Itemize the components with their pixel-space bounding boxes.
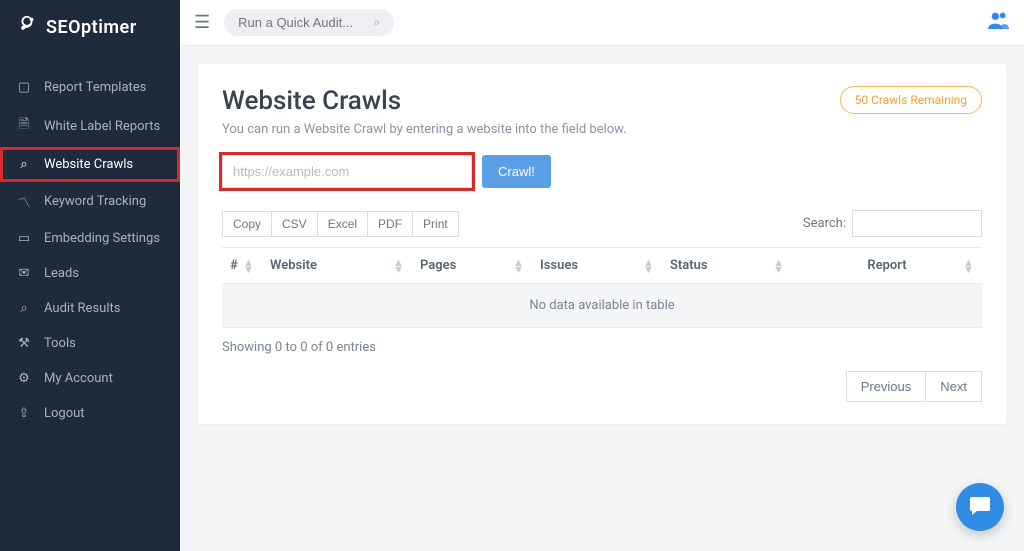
template-icon: ▢ [16, 80, 32, 95]
col-pages[interactable]: Pages▲▼ [412, 248, 532, 284]
csv-button[interactable]: CSV [271, 211, 318, 237]
col-report[interactable]: Report▲▼ [792, 248, 982, 284]
pagination: Previous Next [222, 371, 982, 402]
mail-icon: ✉ [16, 266, 32, 281]
crawl-url-input[interactable] [222, 155, 472, 188]
sidebar-item-leads[interactable]: ✉ Leads [0, 256, 180, 291]
table-empty-message: No data available in table [222, 284, 982, 328]
page-title: Website Crawls [222, 86, 627, 116]
print-button[interactable]: Print [412, 211, 459, 237]
sidebar-item-website-crawls[interactable]: ⌕ Website Crawls [0, 147, 180, 182]
sidebar-item-report-templates[interactable]: ▢ Report Templates [0, 70, 180, 105]
search-icon: ⌕ [373, 15, 380, 30]
export-buttons: Copy CSV Excel PDF Print [222, 211, 459, 237]
sidebar-item-logout[interactable]: ⇪ Logout [0, 396, 180, 431]
next-button[interactable]: Next [925, 371, 982, 402]
col-issues[interactable]: Issues▲▼ [532, 248, 662, 284]
sort-icon: ▲▼ [393, 259, 404, 273]
sidebar-item-label: Audit Results [44, 301, 120, 316]
table-search-label: Search: [803, 216, 846, 231]
sidebar-item-audit-results[interactable]: ⌕ Audit Results [0, 291, 180, 326]
users-icon[interactable] [988, 10, 1010, 35]
card: Website Crawls You can run a Website Cra… [198, 64, 1006, 424]
excel-button[interactable]: Excel [317, 211, 368, 237]
sidebar-item-label: Report Templates [44, 80, 146, 95]
menu-toggle-icon[interactable]: ☰ [194, 12, 210, 33]
embed-icon: ▭ [16, 231, 32, 246]
sort-icon: ▲▼ [773, 259, 784, 273]
sort-icon: ▲▼ [513, 259, 524, 273]
previous-button[interactable]: Previous [846, 371, 927, 402]
quick-audit-search[interactable]: ⌕ [224, 9, 394, 36]
table-search-input[interactable] [852, 210, 982, 237]
main-content: Website Crawls You can run a Website Cra… [180, 46, 1024, 551]
document-icon: 🗎 [16, 115, 32, 137]
pdf-button[interactable]: PDF [367, 211, 413, 237]
sort-icon: ▲▼ [963, 259, 974, 273]
copy-button[interactable]: Copy [222, 211, 272, 237]
sidebar: SEOptimer ▢ Report Templates 🗎 White Lab… [0, 0, 180, 551]
sidebar-item-label: Keyword Tracking [44, 194, 146, 209]
sidebar-item-label: Embedding Settings [44, 231, 160, 246]
crawls-table: #▲▼ Website▲▼ Pages▲▼ Issues▲▼ Status▲▼ … [222, 247, 982, 328]
col-number[interactable]: #▲▼ [222, 248, 262, 284]
col-website[interactable]: Website▲▼ [262, 248, 412, 284]
sidebar-item-label: White Label Reports [44, 119, 160, 134]
logout-icon: ⇪ [16, 406, 32, 421]
nav: ▢ Report Templates 🗎 White Label Reports… [0, 70, 180, 431]
search-icon: ⌕ [16, 301, 32, 316]
logo-text: SEOptimer [46, 17, 137, 38]
sidebar-item-label: Leads [44, 266, 79, 281]
sidebar-item-keyword-tracking[interactable]: 〽 Keyword Tracking [0, 182, 180, 221]
gear-icon: ⚙ [16, 371, 32, 386]
chart-icon: 〽 [16, 192, 32, 211]
table-showing-info: Showing 0 to 0 of 0 entries [222, 340, 982, 355]
sort-icon: ▲▼ [643, 259, 654, 273]
chat-icon [968, 493, 992, 521]
page-subtitle: You can run a Website Crawl by entering … [222, 122, 627, 137]
sidebar-item-label: Logout [44, 406, 85, 421]
sidebar-item-my-account[interactable]: ⚙ My Account [0, 361, 180, 396]
sidebar-item-white-label-reports[interactable]: 🗎 White Label Reports [0, 105, 180, 147]
sidebar-item-label: Website Crawls [44, 157, 133, 172]
col-status[interactable]: Status▲▼ [662, 248, 792, 284]
quick-audit-input[interactable] [238, 15, 365, 30]
search-icon: ⌕ [16, 157, 32, 172]
chat-widget[interactable] [956, 483, 1004, 531]
sidebar-item-tools[interactable]: ⚒ Tools [0, 326, 180, 361]
logo[interactable]: SEOptimer [0, 0, 180, 54]
crawl-button[interactable]: Crawl! [482, 155, 551, 188]
sidebar-item-label: My Account [44, 371, 113, 386]
sort-icon: ▲▼ [243, 259, 254, 273]
sidebar-item-embedding-settings[interactable]: ▭ Embedding Settings [0, 221, 180, 256]
topbar: ☰ ⌕ [180, 0, 1024, 46]
logo-icon [16, 14, 38, 40]
sidebar-item-label: Tools [44, 336, 76, 351]
tools-icon: ⚒ [16, 336, 32, 351]
crawls-remaining-badge: 50 Crawls Remaining [840, 86, 982, 114]
